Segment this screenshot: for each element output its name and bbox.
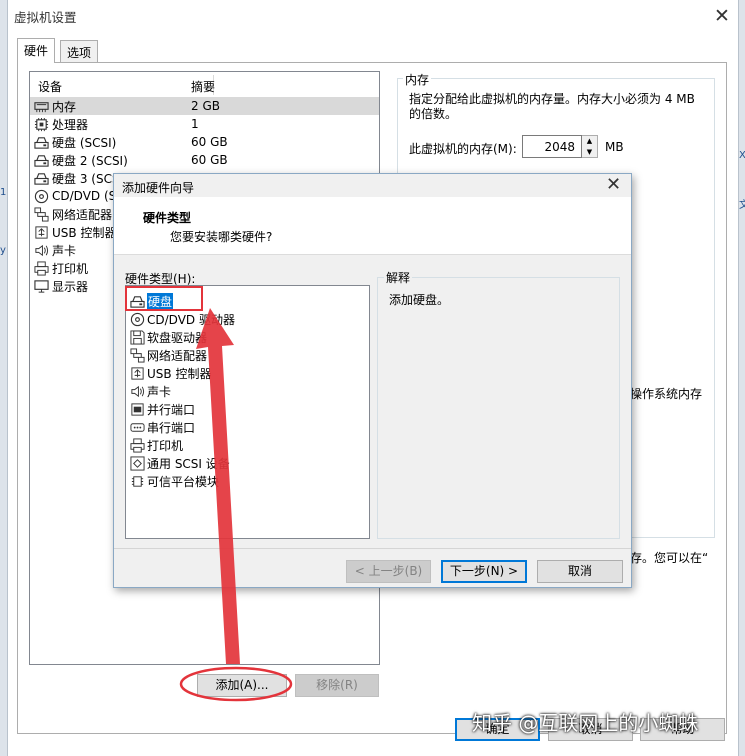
wizard-divider <box>114 548 631 549</box>
window-title: 虚拟机设置 <box>14 10 77 25</box>
device-name: 硬盘 (SCSI) <box>52 135 117 150</box>
hw-item-label: 打印机 <box>147 438 184 453</box>
right-edge-text: 文 <box>739 200 745 211</box>
memory-description: 指定分配给此虚拟机的内存量。内存大小必须为 4 MB 的倍数。 <box>409 92 695 121</box>
tpm-icon <box>130 474 145 489</box>
hw-item-generic-scsi[interactable]: 通用 SCSI 设备 <box>130 454 230 472</box>
background-window-left-edge <box>0 0 8 756</box>
device-row-hard-disk-1[interactable]: 硬盘 (SCSI) 60 GB <box>30 133 379 151</box>
spin-down-icon[interactable]: ▼ <box>587 148 592 156</box>
memory-size-label: 此虚拟机的内存(M): <box>409 142 517 156</box>
hw-item-label: USB 控制器 <box>147 366 212 381</box>
spin-up-icon[interactable]: ▲ <box>587 137 592 145</box>
device-name: 硬盘 2 (SCSI) <box>52 153 128 168</box>
scsi-device-icon <box>130 456 145 471</box>
hw-item-cd-dvd[interactable]: CD/DVD 驱动器 <box>130 310 235 328</box>
network-adapter-icon <box>34 207 49 222</box>
device-name: 内存 <box>52 99 77 114</box>
memory-spinner[interactable]: ▲ ▼ <box>582 135 598 158</box>
cd-dvd-icon <box>130 312 145 327</box>
background-window-right-edge <box>738 0 745 756</box>
parallel-port-icon <box>130 402 145 417</box>
hw-item-label: 串行端口 <box>147 420 196 435</box>
serial-port-icon <box>130 420 145 435</box>
device-summary: 60 GB <box>191 153 228 167</box>
hw-item-sound-card[interactable]: 声卡 <box>130 382 171 400</box>
hw-item-serial-port[interactable]: 串行端口 <box>130 418 195 436</box>
left-edge-text: y <box>0 245 6 256</box>
usb-icon <box>34 225 49 240</box>
device-list-header: 设备 摘要 <box>30 75 379 95</box>
wizard-next-button[interactable]: 下一步(N) > <box>441 560 527 583</box>
hw-item-label: 并行端口 <box>147 402 196 417</box>
remove-hardware-button[interactable]: 移除(R) <box>295 674 379 697</box>
device-name: USB 控制器 <box>52 225 117 240</box>
right-edge-text: X <box>739 150 745 161</box>
hw-item-label: 网络适配器 <box>147 348 208 363</box>
left-edge-text: 1 <box>0 187 7 198</box>
wizard-close-icon[interactable]: ✕ <box>606 174 621 195</box>
wizard-title: 添加硬件向导 <box>122 181 195 195</box>
add-hardware-button[interactable]: 添加(A)... <box>197 674 287 697</box>
floppy-icon <box>130 330 145 345</box>
wizard-subheading: 您要安装哪类硬件? <box>170 230 273 244</box>
device-name: 声卡 <box>52 243 77 258</box>
device-row-processor[interactable]: 处理器 1 <box>30 115 379 133</box>
printer-icon <box>130 438 145 453</box>
hw-item-usb-controller[interactable]: USB 控制器 <box>130 364 211 382</box>
cpu-icon <box>34 117 49 132</box>
monitor-icon <box>34 279 49 294</box>
wizard-back-button[interactable]: < 上一步(B) <box>346 560 431 583</box>
device-name: 处理器 <box>52 117 89 132</box>
hw-item-label: 通用 SCSI 设备 <box>147 456 230 471</box>
hard-disk-icon <box>34 171 49 186</box>
window-close-icon[interactable]: ✕ <box>712 5 732 27</box>
device-row-memory[interactable]: 内存 2 GB <box>30 97 379 115</box>
wizard-heading: 硬件类型 <box>143 211 192 225</box>
hw-item-parallel-port[interactable]: 并行端口 <box>130 400 195 418</box>
memory-size-input[interactable] <box>522 135 582 158</box>
watermark: 知乎 @互联网上的小蜘蛛 <box>472 711 699 735</box>
wizard-header <box>114 197 631 255</box>
hard-disk-icon <box>34 135 49 150</box>
memory-unit: MB <box>605 140 624 154</box>
explanation-title: 解释 <box>384 269 413 286</box>
network-adapter-icon <box>130 348 145 363</box>
column-header-device[interactable]: 设备 <box>38 78 62 95</box>
annotation-highlight-box <box>125 286 203 311</box>
memory-os-text: 操作系统内存 <box>630 387 703 401</box>
memory-icon <box>34 99 49 114</box>
device-name: 显示器 <box>52 279 89 294</box>
hw-item-label: 声卡 <box>147 384 172 399</box>
explanation-text: 添加硬盘。 <box>389 293 450 307</box>
hw-item-floppy[interactable]: 软盘驱动器 <box>130 328 207 346</box>
hard-disk-icon <box>34 153 49 168</box>
tab-hardware[interactable]: 硬件 <box>17 38 56 63</box>
sound-card-icon <box>130 384 145 399</box>
wizard-cancel-button[interactable]: 取消 <box>537 560 623 583</box>
explanation-group-box <box>377 277 620 539</box>
printer-icon <box>34 261 49 276</box>
usb-icon <box>130 366 145 381</box>
device-summary: 60 GB <box>191 135 228 149</box>
hw-item-network-adapter[interactable]: 网络适配器 <box>130 346 207 364</box>
hw-item-label: CD/DVD 驱动器 <box>147 312 235 327</box>
device-summary: 1 <box>191 117 199 131</box>
column-header-summary[interactable]: 摘要 <box>191 78 215 95</box>
memory-group-title: 内存 <box>403 71 432 88</box>
cd-dvd-icon <box>34 189 49 204</box>
hw-item-printer[interactable]: 打印机 <box>130 436 183 454</box>
tab-options[interactable]: 选项 <box>60 40 99 62</box>
hw-item-label: 可信平台模块 <box>147 474 220 489</box>
memory-bottom-text: 存。您可以在“ <box>630 551 709 565</box>
device-name: 网络适配器 <box>52 207 113 222</box>
hw-item-tpm[interactable]: 可信平台模块 <box>130 472 219 490</box>
sound-card-icon <box>34 243 49 258</box>
device-summary: 2 GB <box>191 99 220 113</box>
hw-item-label: 软盘驱动器 <box>147 330 208 345</box>
device-name: 打印机 <box>52 261 89 276</box>
device-row-hard-disk-2[interactable]: 硬盘 2 (SCSI) 60 GB <box>30 151 379 169</box>
